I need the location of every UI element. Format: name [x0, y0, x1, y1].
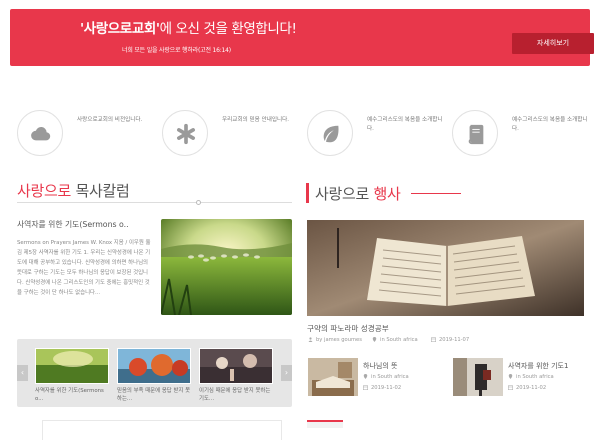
event-item-date: 2019-11-02 — [508, 385, 546, 391]
calendar-icon — [508, 385, 513, 390]
event-image-open-bible[interactable] — [307, 220, 584, 316]
carousel-item[interactable]: 이기심 때문에 응답 받지 못하는 기도... — [199, 348, 273, 403]
carousel-caption: 사역자를 위한 기도(Sermons o... — [35, 388, 104, 402]
location-pin-icon — [363, 374, 368, 379]
banner-subtitle: 너희 모든 일을 사랑으로 행하라(고전 16:14) — [122, 47, 231, 54]
carousel-thumb — [199, 348, 273, 384]
carousel-prev-button[interactable]: ‹ — [17, 365, 28, 381]
event-author: by james goumes — [308, 337, 362, 343]
book-icon — [468, 124, 484, 145]
user-icon — [308, 337, 313, 342]
chevron-right-icon: › — [284, 368, 289, 377]
carousel-thumb — [117, 348, 191, 384]
content-box — [42, 420, 282, 440]
event-thumb-person[interactable] — [453, 358, 503, 396]
calendar-icon — [431, 337, 436, 342]
feature-text: 예수그리스도의 복음을 소개합니다. — [512, 117, 588, 132]
feature-text: 예수그리스도의 복음을 소개합니다. — [367, 117, 443, 132]
feature-text: 우리교회의 믿음 안내입니다. — [222, 117, 290, 123]
feature-text: 사랑으로교회의 비전입니다. — [77, 117, 143, 123]
heading-accent-bar — [306, 183, 309, 203]
carousel-item[interactable]: 사역자를 위한 기도(Sermons o... — [35, 348, 109, 403]
article-title-link[interactable]: 사역자를 위한 기도(Sermons o.. — [17, 219, 129, 230]
asterisk-icon — [177, 123, 195, 145]
event-item-location: in South africa — [363, 374, 409, 380]
feature-faith[interactable]: 우리교회의 믿음 안내입니다. — [162, 110, 302, 158]
event-item-location: in South africa — [508, 374, 554, 380]
column-heading: 사랑으로 목사칼럼 — [17, 182, 130, 200]
event-item-title[interactable]: 사역자를 위한 기도1 — [508, 361, 568, 371]
banner-title: '사랑으로교회'에 오신 것을 환영합니다! — [80, 21, 297, 37]
carousel-thumb — [35, 348, 109, 384]
divider — [17, 202, 292, 203]
location-pin-icon — [372, 337, 377, 342]
events-more-tab[interactable] — [307, 420, 343, 428]
event-location: in South africa — [372, 337, 418, 343]
feature-gospel[interactable]: 예수그리스도의 복음을 소개합니다. — [307, 110, 447, 158]
event-date: 2019-11-07 — [431, 337, 469, 343]
column-carousel: ‹ › 사역자를 위한 기도(Sermons o... 믿음의 부족 때문에 응… — [17, 339, 292, 407]
calendar-icon — [363, 385, 368, 390]
carousel-caption: 믿음의 부족 때문에 응답 받지 못하는... — [117, 388, 191, 402]
article-excerpt: Sermons on Prayers James W. Knox 지음 / 이우… — [17, 240, 151, 296]
carousel-next-button[interactable]: › — [281, 365, 292, 381]
cloud-icon — [31, 126, 51, 141]
carousel-caption: 이기심 때문에 응답 받지 못하는 기도... — [199, 388, 271, 402]
feature-gospel-2[interactable]: 예수그리스도의 복음을 소개합니다. — [452, 110, 592, 158]
event-item-title[interactable]: 하나님의 뜻 — [363, 361, 397, 371]
welcome-banner: '사랑으로교회'에 오신 것을 환영합니다! 너희 모든 일을 사랑으로 행하라… — [10, 9, 594, 66]
heading-line — [411, 193, 461, 194]
carousel-item[interactable]: 믿음의 부족 때문에 응답 받지 못하는... — [117, 348, 191, 403]
feature-vision[interactable]: 사랑으로교회의 비전입니다. — [17, 110, 157, 158]
event-thumb-books[interactable] — [308, 358, 358, 396]
chevron-left-icon: ‹ — [20, 368, 25, 377]
location-pin-icon — [508, 374, 513, 379]
article-image-sheep-field[interactable] — [161, 219, 292, 315]
divider-dot — [196, 200, 201, 205]
events-heading: 사랑으로 행사 — [315, 185, 401, 203]
details-button[interactable]: 자세히보기 — [512, 33, 594, 54]
event-item-date: 2019-11-02 — [363, 385, 401, 391]
event-title-link[interactable]: 구약의 파노라마 성경공부 — [307, 323, 389, 334]
leaf-icon — [323, 125, 339, 143]
